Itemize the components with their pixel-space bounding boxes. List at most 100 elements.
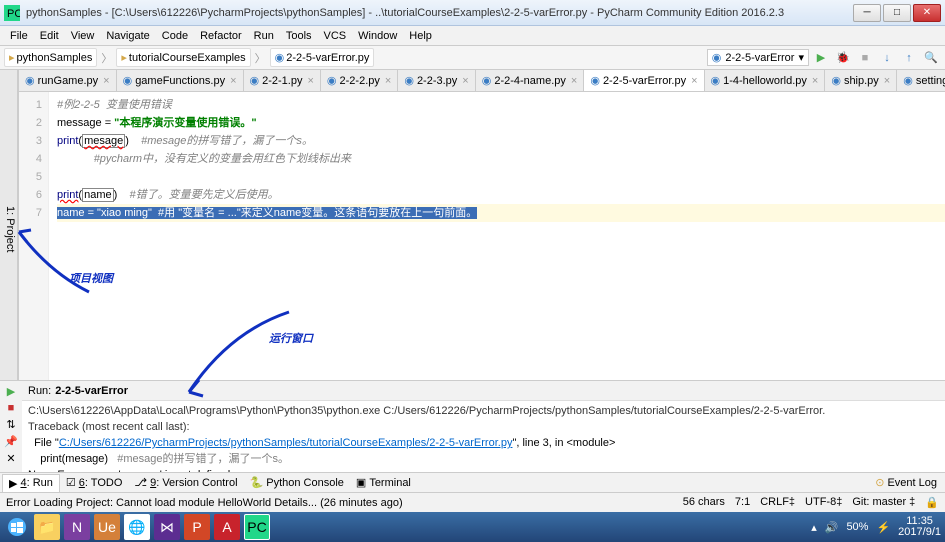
status-encoding[interactable]: UTF-8‡ [805, 496, 842, 509]
vcs-update-button[interactable]: ↓ [877, 49, 897, 67]
run-button[interactable]: ▶ [811, 49, 831, 67]
editor-tab[interactable]: ◉gameFunctions.py× [117, 70, 244, 91]
close-run-icon[interactable]: ✕ [6, 452, 15, 465]
breadcrumb: ▸pythonSamples 〉 ▸tutorialCourseExamples… [4, 48, 374, 67]
bottom-tab[interactable]: 🐍Python Console [244, 474, 350, 491]
code-area[interactable]: 1234567 #例2-2-5 变量使用错误 message = "本程序演示变… [19, 92, 945, 380]
minimize-button[interactable]: ─ [853, 4, 881, 22]
pin-icon[interactable]: 📌 [4, 435, 18, 448]
menu-refactor[interactable]: Refactor [194, 28, 248, 44]
editor-tab[interactable]: ◉2-2-4-name.py× [476, 70, 585, 91]
traceback-file-link[interactable]: C:/Users/612226/PycharmProjects/pythonSa… [59, 437, 513, 449]
chrome-icon[interactable]: 🌐 [124, 514, 150, 540]
volume-icon[interactable]: 🔊 [825, 521, 839, 534]
menu-code[interactable]: Code [156, 28, 194, 44]
event-log-tab[interactable]: ⊙Event Log [869, 474, 943, 491]
editor-tab[interactable]: ◉settings.py× [897, 70, 945, 91]
run-config-combo[interactable]: ◉2-2-5-varError▾ [707, 49, 809, 66]
editor-tab[interactable]: ◉2-2-2.py× [321, 70, 398, 91]
gutter: 1234567 [19, 92, 49, 380]
close-tab-icon[interactable]: × [691, 75, 697, 87]
maximize-button[interactable]: □ [883, 4, 911, 22]
start-button[interactable] [4, 514, 30, 540]
battery-text[interactable]: 50% [846, 521, 868, 533]
app-icon: PC [4, 5, 20, 21]
power-icon[interactable]: ⚡ [876, 521, 890, 534]
vs-icon[interactable]: ⋈ [154, 514, 180, 540]
window-title: pythonSamples - [C:\Users\612226\Pycharm… [26, 7, 853, 19]
breadcrumb-file[interactable]: ◉2-2-5-varError.py [270, 48, 375, 67]
vcs-commit-button[interactable]: ↑ [899, 49, 919, 67]
bottom-tab[interactable]: ☑6: TODO [60, 474, 129, 491]
menu-file[interactable]: File [4, 28, 34, 44]
menu-run[interactable]: Run [248, 28, 280, 44]
svg-text:PC: PC [7, 8, 20, 20]
status-caret: 7:1 [735, 496, 750, 509]
system-tray: ▴ 🔊 50% ⚡ 11:35 2017/9/1 [811, 516, 941, 538]
breadcrumb-folder[interactable]: ▸tutorialCourseExamples [116, 48, 250, 67]
stop-button[interactable]: ■ [855, 49, 875, 67]
search-button[interactable]: 🔍 [921, 49, 941, 67]
menu-edit[interactable]: Edit [34, 28, 65, 44]
bottom-tab[interactable]: ▶4: Run [2, 474, 60, 492]
editor-tab[interactable]: ◉runGame.py× [19, 70, 117, 91]
status-crlf[interactable]: CRLF‡ [760, 496, 795, 509]
menu-vcs[interactable]: VCS [318, 28, 353, 44]
titlebar: PC pythonSamples - [C:\Users\612226\Pych… [0, 0, 945, 26]
windows-taskbar: 📁 N Ue 🌐 ⋈ P A PC ▴ 🔊 50% ⚡ 11:35 2017/9… [0, 512, 945, 542]
close-tab-icon[interactable]: × [103, 75, 109, 87]
status-chars: 56 chars [683, 496, 725, 509]
ultraedit-icon[interactable]: Ue [94, 514, 120, 540]
debug-button[interactable]: 🐞 [833, 49, 853, 67]
bottom-toolwindow-tabs: ▶4: Run☑6: TODO⎇9: Version Control🐍Pytho… [0, 472, 945, 492]
menu-window[interactable]: Window [352, 28, 403, 44]
tray-up-icon[interactable]: ▴ [811, 521, 817, 534]
editor-tab[interactable]: ◉1-4-helloworld.py× [705, 70, 826, 91]
project-toolwindow-tab[interactable]: 1: Project [3, 202, 17, 256]
run-gutter: ▶ ■ ⇅ 📌 ✕ [0, 381, 22, 472]
menu-help[interactable]: Help [403, 28, 438, 44]
layout-icon[interactable]: ⇅ [6, 418, 15, 431]
powerpoint-icon[interactable]: P [184, 514, 210, 540]
close-tab-icon[interactable]: × [812, 75, 818, 87]
run-toolwindow: ▶ ■ ⇅ 📌 ✕ Run: 2-2-5-varError C:\Users\6… [0, 380, 945, 472]
code-lines[interactable]: #例2-2-5 变量使用错误 message = "本程序演示变量使用错误。" … [49, 92, 945, 380]
close-tab-icon[interactable]: × [230, 75, 236, 87]
menu-tools[interactable]: Tools [280, 28, 318, 44]
editor-tab[interactable]: ◉ship.py× [825, 70, 897, 91]
close-tab-icon[interactable]: × [884, 75, 890, 87]
breadcrumb-root[interactable]: ▸pythonSamples [4, 48, 97, 67]
menu-view[interactable]: View [65, 28, 101, 44]
stop-icon[interactable]: ■ [8, 402, 15, 414]
close-tab-icon[interactable]: × [385, 75, 391, 87]
onenote-icon[interactable]: N [64, 514, 90, 540]
explorer-icon[interactable]: 📁 [34, 514, 60, 540]
editor: ◉runGame.py×◉gameFunctions.py×◉2-2-1.py×… [19, 70, 945, 380]
statusbar: Error Loading Project: Cannot load modul… [0, 492, 945, 512]
menu-navigate[interactable]: Navigate [100, 28, 155, 44]
close-tab-icon[interactable]: × [307, 75, 313, 87]
status-lock-icon: 🔒 [925, 496, 939, 509]
bottom-tab[interactable]: ⎇9: Version Control [128, 474, 243, 491]
svg-text:运行窗口: 运行窗口 [269, 332, 314, 345]
menubar: FileEditViewNavigateCodeRefactorRunTools… [0, 26, 945, 46]
status-git[interactable]: Git: master ‡ [852, 496, 915, 509]
run-header: Run: 2-2-5-varError [22, 381, 945, 401]
bottom-tab[interactable]: ▣Terminal [350, 474, 417, 491]
close-button[interactable]: ✕ [913, 4, 941, 22]
acrobat-icon[interactable]: A [214, 514, 240, 540]
close-tab-icon[interactable]: × [462, 75, 468, 87]
console-output[interactable]: C:\Users\612226\AppData\Local\Programs\P… [22, 401, 945, 472]
toolbar: ▸pythonSamples 〉 ▸tutorialCourseExamples… [0, 46, 945, 70]
editor-tab[interactable]: ◉2-2-5-varError.py× [584, 70, 704, 92]
error-var-mesage: mesage [82, 134, 125, 148]
editor-tab[interactable]: ◉2-2-3.py× [398, 70, 475, 91]
rerun-icon[interactable]: ▶ [7, 385, 15, 398]
pycharm-taskbar-icon[interactable]: PC [244, 514, 270, 540]
svg-text:项目视图: 项目视图 [69, 272, 115, 285]
left-toolwindow-strip: 1: Project 7: Structure 2: Favorites [0, 70, 18, 380]
status-message[interactable]: Error Loading Project: Cannot load modul… [6, 497, 403, 509]
selected-text: name = "xiao ming" #用 "变量名 = ..."来定义name… [57, 207, 477, 219]
close-tab-icon[interactable]: × [571, 75, 577, 87]
editor-tab[interactable]: ◉2-2-1.py× [244, 70, 321, 91]
